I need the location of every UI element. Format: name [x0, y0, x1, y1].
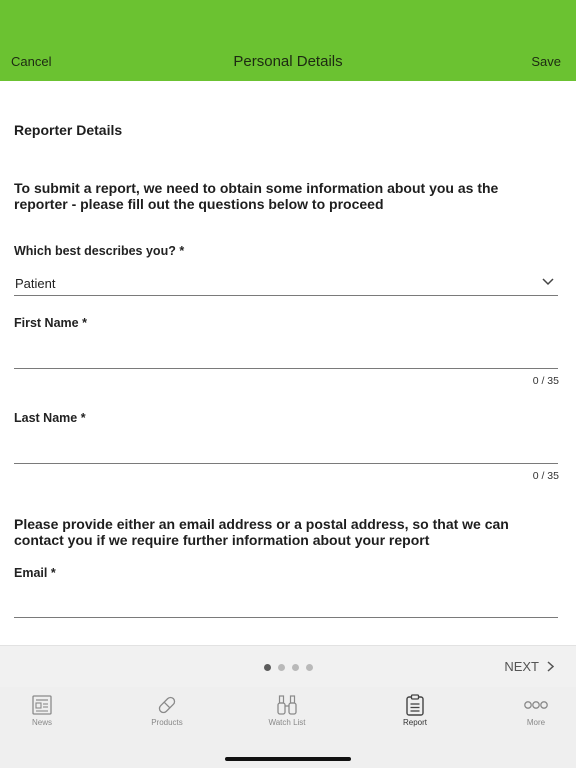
- news-icon: [32, 695, 52, 715]
- first-name-counter: 0 / 35: [532, 375, 559, 387]
- tab-products[interactable]: Products: [127, 693, 207, 727]
- tab-watch-list[interactable]: Watch List: [247, 693, 327, 727]
- pager-bar: NEXT: [0, 645, 576, 687]
- clipboard-icon: [406, 694, 424, 716]
- save-button[interactable]: Save: [531, 54, 561, 69]
- last-name-counter: 0 / 35: [532, 470, 559, 482]
- home-indicator[interactable]: [225, 757, 351, 761]
- describe-value: Patient: [15, 276, 56, 291]
- contact-info-text: Please provide either an email address o…: [14, 516, 509, 548]
- intro-text: To submit a report, we need to obtain so…: [14, 180, 499, 212]
- last-name-label: Last Name *: [14, 411, 86, 425]
- next-label: NEXT: [504, 659, 539, 674]
- tab-news[interactable]: News: [2, 693, 82, 727]
- tab-label-watch-list: Watch List: [268, 718, 306, 727]
- tab-more[interactable]: More: [496, 693, 576, 727]
- first-name-input[interactable]: [14, 339, 558, 369]
- pill-icon: [158, 696, 176, 714]
- page-indicator: [264, 664, 313, 671]
- top-bar: Cancel Personal Details Save: [0, 0, 576, 81]
- first-name-label: First Name *: [14, 316, 87, 330]
- describe-label: Which best describes you? *: [14, 244, 185, 258]
- describe-select[interactable]: Patient: [14, 269, 558, 296]
- page-title: Personal Details: [233, 53, 343, 70]
- page-dot-1: [264, 664, 271, 671]
- page-dot-4: [306, 664, 313, 671]
- form-content: Reporter Details To submit a report, we …: [0, 81, 576, 645]
- email-input[interactable]: [14, 588, 558, 618]
- page-dot-3: [292, 664, 299, 671]
- email-label: Email *: [14, 566, 56, 580]
- more-icon: [524, 701, 548, 709]
- tab-report[interactable]: Report: [375, 693, 455, 727]
- last-name-input[interactable]: [14, 434, 558, 464]
- next-button[interactable]: NEXT: [504, 659, 554, 674]
- section-title: Reporter Details: [14, 122, 123, 138]
- tab-label-report: Report: [402, 718, 427, 727]
- chevron-down-icon: [542, 278, 554, 286]
- binoculars-icon: [277, 695, 297, 715]
- tab-label-news: News: [31, 718, 52, 727]
- chevron-right-icon: [547, 661, 554, 672]
- tab-bar: News Products Watch List Report More: [0, 687, 576, 768]
- tab-label-products: Products: [151, 718, 183, 727]
- page-dot-2: [278, 664, 285, 671]
- tab-label-more: More: [526, 718, 546, 727]
